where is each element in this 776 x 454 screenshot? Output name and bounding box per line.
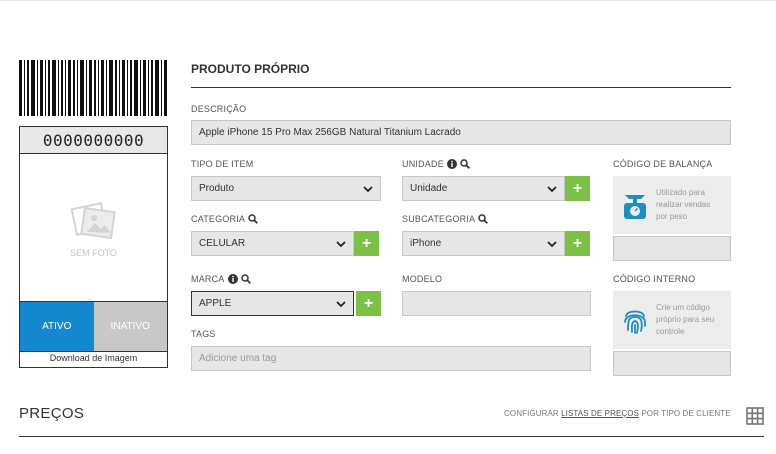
chevron-down-icon [547, 185, 557, 192]
categoria-value: CELULAR [199, 238, 246, 249]
categoria-label: CATEGORIA [191, 214, 259, 224]
section-divider [191, 87, 731, 88]
status-active-button[interactable]: ATIVO [20, 302, 94, 351]
config-price-lists: CONFIGURAR LISTAS DE PREÇOS POR TIPO DE … [504, 409, 731, 418]
modelo-input[interactable] [402, 291, 591, 316]
search-icon[interactable] [478, 214, 489, 224]
descricao-label: DESCRIÇÃO [191, 104, 247, 114]
status-inactive-button[interactable]: INATIVO [93, 302, 167, 351]
search-icon[interactable] [248, 214, 259, 224]
tipo-value: Produto [199, 183, 235, 194]
add-marca-button[interactable]: + [356, 291, 381, 316]
chevron-down-icon [336, 300, 346, 307]
tags-input[interactable]: Adicione uma tag [191, 346, 591, 371]
product-card: 0000000000 SEM FOTO ATIVO INATIVO Downlo… [19, 126, 168, 368]
unidade-label: UNIDADE [402, 159, 470, 169]
unidade-select[interactable]: Unidade [402, 176, 565, 201]
search-icon[interactable] [240, 274, 251, 284]
prices-title: PREÇOS [19, 405, 85, 422]
product-code: 0000000000 [20, 127, 167, 154]
image-placeholder-icon [69, 201, 116, 239]
tags-label: TAGS [191, 329, 216, 339]
fingerprint-icon [624, 310, 646, 334]
photo-label: SEM FOTO [70, 247, 117, 258]
table-grid-icon[interactable] [746, 407, 764, 425]
add-subcategoria-button[interactable]: + [565, 231, 590, 256]
balanca-input[interactable] [613, 236, 731, 261]
interno-info-box: Crie um código próprio para seu controle [613, 291, 731, 349]
search-icon[interactable] [460, 159, 470, 169]
section-title: PRODUTO PRÓPRIO [191, 62, 310, 76]
balanca-label: CÓDIGO DE BALANÇA [613, 159, 713, 169]
tipo-label: TIPO DE ITEM [191, 159, 254, 169]
balanca-info-box: Utilizado para realizar vendas por peso [613, 176, 731, 234]
add-unidade-button[interactable]: + [565, 176, 590, 201]
chevron-down-icon [363, 185, 373, 192]
download-image-link[interactable]: Download de Imagem [20, 352, 167, 365]
chevron-down-icon [547, 240, 557, 247]
subcategoria-select[interactable]: iPhone [402, 231, 565, 256]
prices-divider [19, 436, 764, 437]
descricao-input[interactable]: Apple iPhone 15 Pro Max 256GB Natural Ti… [191, 120, 731, 145]
barcode-icon [19, 60, 167, 116]
tipo-select[interactable]: Produto [191, 176, 381, 201]
interno-input[interactable] [613, 351, 731, 376]
info-icon[interactable] [446, 159, 457, 169]
interno-hint: Crie um código próprio para seu controle [656, 303, 715, 336]
chevron-down-icon [336, 240, 346, 247]
categoria-select[interactable]: CELULAR [191, 231, 354, 256]
subcategoria-label: SUBCATEGORIA [402, 214, 489, 224]
balanca-hint: Utilizado para realizar vendas por peso [656, 188, 711, 221]
subcategoria-value: iPhone [410, 238, 442, 249]
add-categoria-button[interactable]: + [354, 231, 379, 256]
marca-select[interactable]: APPLE [191, 291, 354, 316]
unidade-value: Unidade [410, 183, 448, 194]
photo-placeholder[interactable]: SEM FOTO [20, 154, 167, 302]
price-lists-link[interactable]: LISTAS DE PREÇOS [561, 409, 639, 418]
modelo-label: MODELO [402, 274, 443, 284]
info-icon[interactable] [227, 274, 238, 284]
marca-label: MARCA [191, 274, 251, 284]
interno-label: CÓDIGO INTERNO [613, 274, 696, 284]
top-divider [0, 0, 776, 1]
scale-icon [624, 195, 646, 219]
status-toggle: ATIVO INATIVO [20, 302, 167, 352]
marca-value: APPLE [199, 298, 232, 309]
